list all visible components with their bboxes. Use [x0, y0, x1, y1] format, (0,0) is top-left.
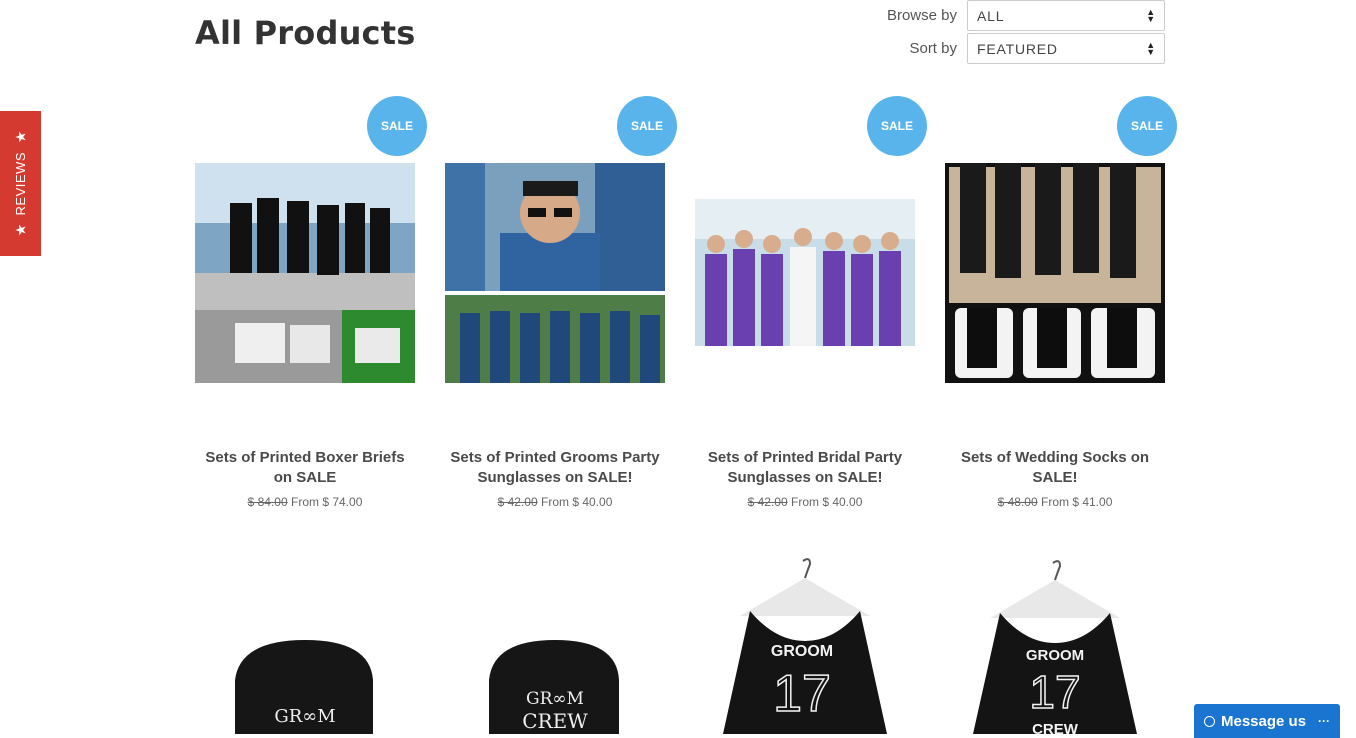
product-card[interactable]: GR∞M CREW: [445, 630, 665, 734]
product-price: $ 84.00 From $ 74.00: [195, 495, 415, 509]
old-price: $ 84.00: [247, 495, 288, 509]
reviews-tab[interactable]: ★ REVIEWS ★: [0, 111, 41, 256]
product-card[interactable]: SALE Sets of Printed Bridal Party Sungla…: [695, 96, 927, 516]
product-card[interactable]: GROOM 17 CREW: [945, 558, 1165, 734]
tank-top-image[interactable]: GROOM 17: [695, 556, 915, 734]
product-image-wedding-socks[interactable]: [945, 163, 1165, 383]
current-price: From $ 40.00: [541, 495, 613, 509]
hat-text-line1: GR∞M: [526, 689, 584, 709]
trucker-hat-image[interactable]: GR∞M CREW: [445, 630, 665, 734]
product-name[interactable]: Sets of Printed Bridal Party Sunglasses …: [695, 448, 915, 488]
browse-by-select[interactable]: ALL ▲ ▼: [967, 0, 1165, 31]
sale-badge: SALE: [1117, 96, 1177, 156]
more-icon[interactable]: ···: [1318, 714, 1330, 728]
sort-filter: Sort by FEATURED ▲ ▼: [909, 33, 1165, 64]
page-title: All Products: [195, 14, 416, 52]
product-price: $ 42.00 From $ 40.00: [695, 495, 915, 509]
product-price: $ 42.00 From $ 40.00: [445, 495, 665, 509]
old-price: $ 48.00: [997, 495, 1038, 509]
select-arrows-icon: ▲ ▼: [1146, 6, 1156, 24]
sale-badge: SALE: [367, 96, 427, 156]
browse-filter: Browse by ALL ▲ ▼: [887, 0, 1165, 31]
current-price: From $ 40.00: [791, 495, 863, 509]
hat-text: GR∞M: [274, 706, 335, 727]
browse-by-label: Browse by: [886, 7, 957, 24]
tank-text-line1: GROOM: [1026, 647, 1084, 664]
product-name[interactable]: Sets of Printed Boxer Briefs on SALE: [195, 448, 415, 488]
current-price: From $ 41.00: [1041, 495, 1113, 509]
message-us-label: Message us: [1221, 712, 1307, 730]
trucker-hat-image[interactable]: GR∞M: [195, 630, 415, 734]
product-card[interactable]: GROOM 17: [695, 556, 915, 734]
product-card[interactable]: SALE Sets of Printed Boxer Briefs on SAL…: [195, 96, 427, 516]
product-image-grooms-sunglasses[interactable]: [445, 163, 665, 383]
reviews-label: REVIEWS: [13, 151, 28, 216]
sort-by-label: Sort by: [909, 40, 957, 57]
product-image-bridal-sunglasses[interactable]: [695, 199, 915, 346]
tank-number: 17: [1029, 666, 1080, 718]
tank-text-line3: CREW: [1032, 721, 1079, 734]
sale-badge: SALE: [867, 96, 927, 156]
sort-by-value: FEATURED: [977, 40, 1058, 57]
message-us-button[interactable]: Message us ···: [1194, 704, 1340, 738]
browse-by-value: ALL: [977, 7, 1005, 24]
product-card[interactable]: GR∞M: [195, 630, 415, 734]
product-name[interactable]: Sets of Printed Grooms Party Sunglasses …: [445, 448, 665, 488]
tank-text-line1: GROOM: [771, 643, 833, 660]
chat-bubble-icon: [1204, 715, 1215, 727]
product-card[interactable]: SALE Sets of Wedding Socks on SALE! $ 48…: [945, 96, 1177, 516]
product-name[interactable]: Sets of Wedding Socks on SALE!: [945, 448, 1165, 488]
tank-top-image[interactable]: GROOM 17 CREW: [945, 558, 1165, 734]
tank-number: 17: [773, 665, 831, 723]
hat-text-line2: CREW: [522, 709, 588, 733]
old-price: $ 42.00: [497, 495, 538, 509]
select-arrows-icon: ▲ ▼: [1146, 39, 1156, 57]
sale-badge: SALE: [617, 96, 677, 156]
star-icon: ★: [12, 223, 29, 237]
product-price: $ 48.00 From $ 41.00: [945, 495, 1165, 509]
star-icon: ★: [12, 130, 29, 144]
old-price: $ 42.00: [747, 495, 788, 509]
sort-by-select[interactable]: FEATURED ▲ ▼: [967, 33, 1165, 64]
product-image-boxer-briefs[interactable]: [195, 163, 415, 383]
current-price: From $ 74.00: [291, 495, 363, 509]
product-card[interactable]: SALE Sets of Printed Grooms Party Sungla…: [445, 96, 677, 516]
